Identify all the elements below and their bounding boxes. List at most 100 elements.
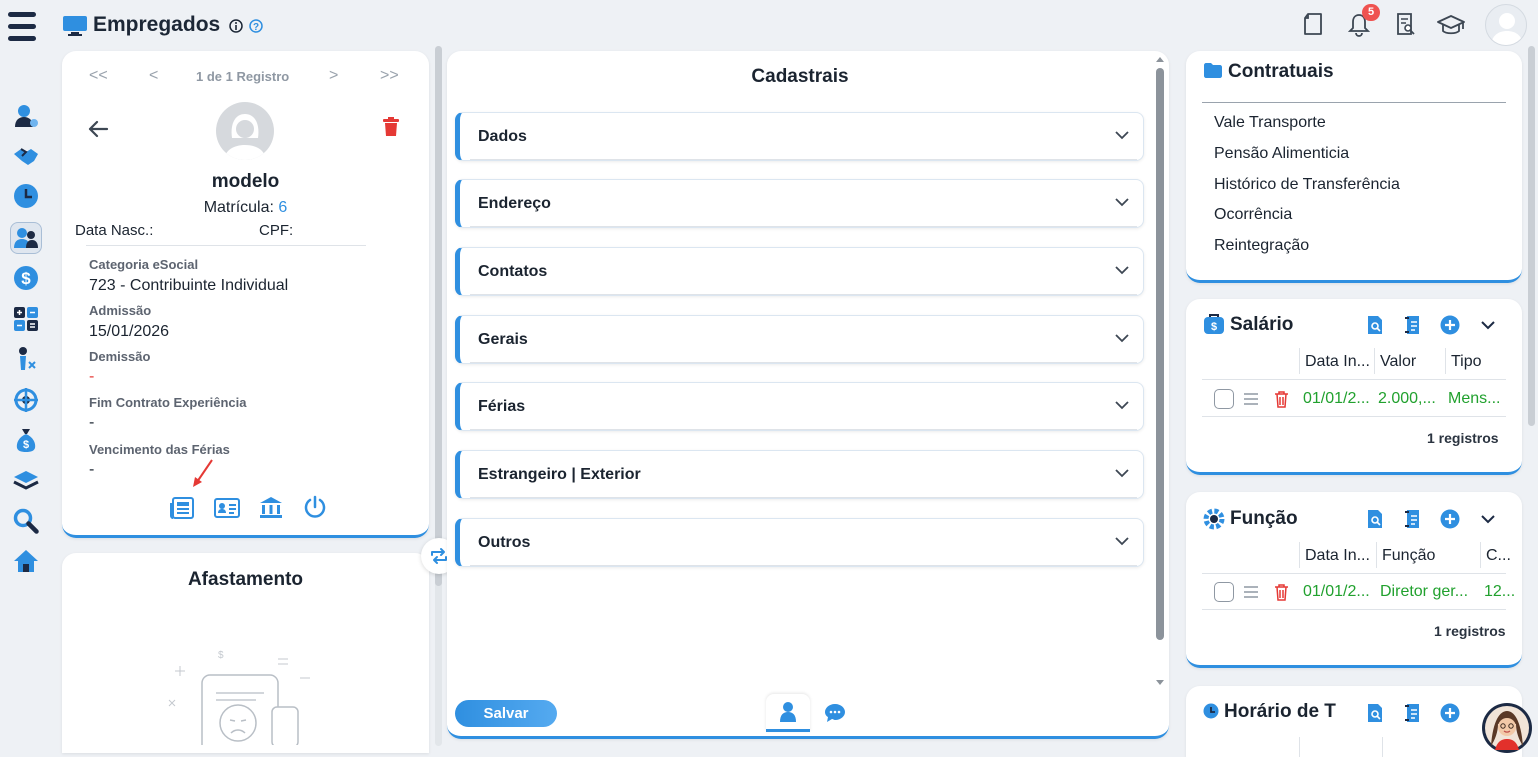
left-rail: $ $ (0, 0, 50, 757)
clock-icon[interactable] (10, 180, 42, 212)
cadastrais-title: Cadastrais (751, 66, 849, 87)
drag-handle-icon[interactable] (1244, 586, 1258, 598)
link-pensao-alimenticia[interactable]: Pensão Alimenticia (1214, 145, 1349, 163)
funcao-gear-icon (1202, 507, 1226, 531)
dollar-icon[interactable]: $ (10, 262, 42, 294)
section-ferias[interactable]: Férias (455, 382, 1144, 431)
calculator-icon[interactable] (10, 303, 42, 335)
scroll-down-icon[interactable] (1155, 678, 1165, 688)
link-ocorrencia[interactable]: Ocorrência (1214, 206, 1292, 224)
last-record-button[interactable]: >> (380, 67, 399, 85)
salario-list-icon[interactable] (1404, 315, 1422, 335)
matricula-label: Matrícula: (203, 199, 274, 216)
tab-person[interactable] (766, 694, 810, 732)
funcao-chevron-down-icon[interactable] (1481, 515, 1495, 524)
back-arrow-icon[interactable] (87, 119, 109, 139)
right-scrollbar[interactable] (1528, 46, 1535, 426)
svg-text:$: $ (21, 269, 31, 288)
red-arrow-annotation (192, 459, 214, 489)
column-divider (1299, 737, 1300, 757)
horario-view-icon[interactable] (1367, 703, 1383, 723)
employees-icon[interactable] (10, 222, 42, 254)
salario-row-checkbox[interactable] (1214, 389, 1234, 409)
user-avatar[interactable] (1485, 4, 1527, 46)
divider (470, 429, 1137, 430)
field-value-admissao: 15/01/2026 (89, 323, 170, 340)
column-divider (1374, 348, 1375, 374)
link-historico-transferencia[interactable]: Histórico de Transferência (1214, 176, 1400, 194)
section-endereco[interactable]: Endereço (455, 179, 1144, 228)
afastamento-title: Afastamento (187, 569, 304, 590)
section-title: Dados (478, 128, 527, 145)
link-vale-transporte[interactable]: Vale Transporte (1214, 114, 1326, 132)
field-value-categoria: 723 - Contribuinte Individual (89, 277, 289, 294)
chat-icon[interactable] (824, 703, 846, 723)
funcao-add-icon[interactable] (1440, 509, 1460, 529)
horario-title: Horário de T (1224, 701, 1336, 722)
divider (1202, 573, 1506, 574)
scroll-up-icon[interactable] (1155, 54, 1165, 64)
data-nasc-label: Data Nasc.: (75, 222, 154, 239)
report-search-icon[interactable] (1395, 12, 1417, 36)
horario-clock-icon (1203, 703, 1219, 719)
divider (470, 565, 1137, 566)
salario-view-icon[interactable] (1367, 315, 1383, 335)
column-divider (1299, 542, 1300, 568)
home-icon[interactable] (10, 545, 42, 577)
salario-chevron-down-icon[interactable] (1481, 321, 1495, 330)
network-icon[interactable] (10, 384, 42, 416)
next-record-button[interactable]: > (329, 67, 338, 85)
chevron-down-icon (1115, 469, 1129, 478)
funcao-row-checkbox[interactable] (1214, 582, 1234, 602)
column-divider (1376, 542, 1377, 568)
section-contatos[interactable]: Contatos (455, 247, 1144, 296)
trash-icon[interactable] (1274, 390, 1289, 408)
hamburger-menu-icon[interactable] (8, 12, 36, 42)
bank-icon[interactable] (259, 496, 283, 518)
power-icon[interactable] (303, 495, 327, 519)
link-reintegracao[interactable]: Reintegração (1214, 237, 1309, 255)
save-button[interactable]: Salvar (455, 700, 557, 727)
chevron-down-icon (1115, 401, 1129, 410)
layers-icon[interactable] (10, 464, 42, 496)
document-icon[interactable] (1302, 12, 1324, 36)
funcao-list-icon[interactable] (1404, 509, 1422, 529)
section-outros[interactable]: Outros (455, 518, 1144, 567)
first-record-button[interactable]: << (89, 67, 108, 85)
cpf-label: CPF: (259, 222, 294, 239)
prev-record-button[interactable]: < (149, 67, 158, 85)
horario-add-icon[interactable] (1440, 703, 1460, 723)
field-label-demissao: Demissão (89, 349, 151, 364)
left-scrollbar-thumb[interactable] (435, 46, 442, 586)
section-title: Gerais (478, 331, 528, 348)
graduation-cap-icon[interactable] (1437, 13, 1465, 37)
search-icon[interactable] (10, 505, 42, 537)
section-dados[interactable]: Dados (455, 112, 1144, 161)
svg-text:$: $ (1211, 321, 1217, 333)
delete-employee-icon[interactable] (383, 117, 399, 136)
trash-icon[interactable] (1274, 583, 1289, 601)
help-icon[interactable]: ? (249, 19, 263, 33)
page-title: Empregados (93, 13, 221, 36)
newspaper-icon[interactable] (170, 497, 194, 519)
horario-list-icon[interactable] (1404, 703, 1422, 723)
drag-handle-icon[interactable] (1244, 393, 1258, 405)
assistant-avatar[interactable] (1482, 703, 1532, 753)
money-bag-icon[interactable]: $ (10, 424, 42, 456)
handshake-icon[interactable] (10, 140, 42, 172)
funcao-row-funcao: Diretor ger... (1380, 583, 1469, 600)
left-scrollbar[interactable] (435, 46, 442, 746)
center-scrollbar[interactable] (1155, 54, 1165, 690)
monitor-icon (62, 15, 88, 37)
user-settings-icon[interactable] (10, 100, 42, 132)
medical-icon[interactable] (10, 343, 42, 375)
info-icon[interactable] (229, 19, 243, 33)
id-card-icon[interactable] (214, 498, 240, 518)
center-scrollbar-thumb[interactable] (1156, 68, 1164, 640)
section-gerais[interactable]: Gerais (455, 315, 1144, 364)
salario-add-icon[interactable] (1440, 315, 1460, 335)
funcao-view-icon[interactable] (1367, 509, 1383, 529)
employee-photo[interactable] (216, 102, 274, 160)
section-title: Férias (478, 398, 526, 415)
section-estrangeiro[interactable]: Estrangeiro | Exterior (455, 450, 1144, 499)
